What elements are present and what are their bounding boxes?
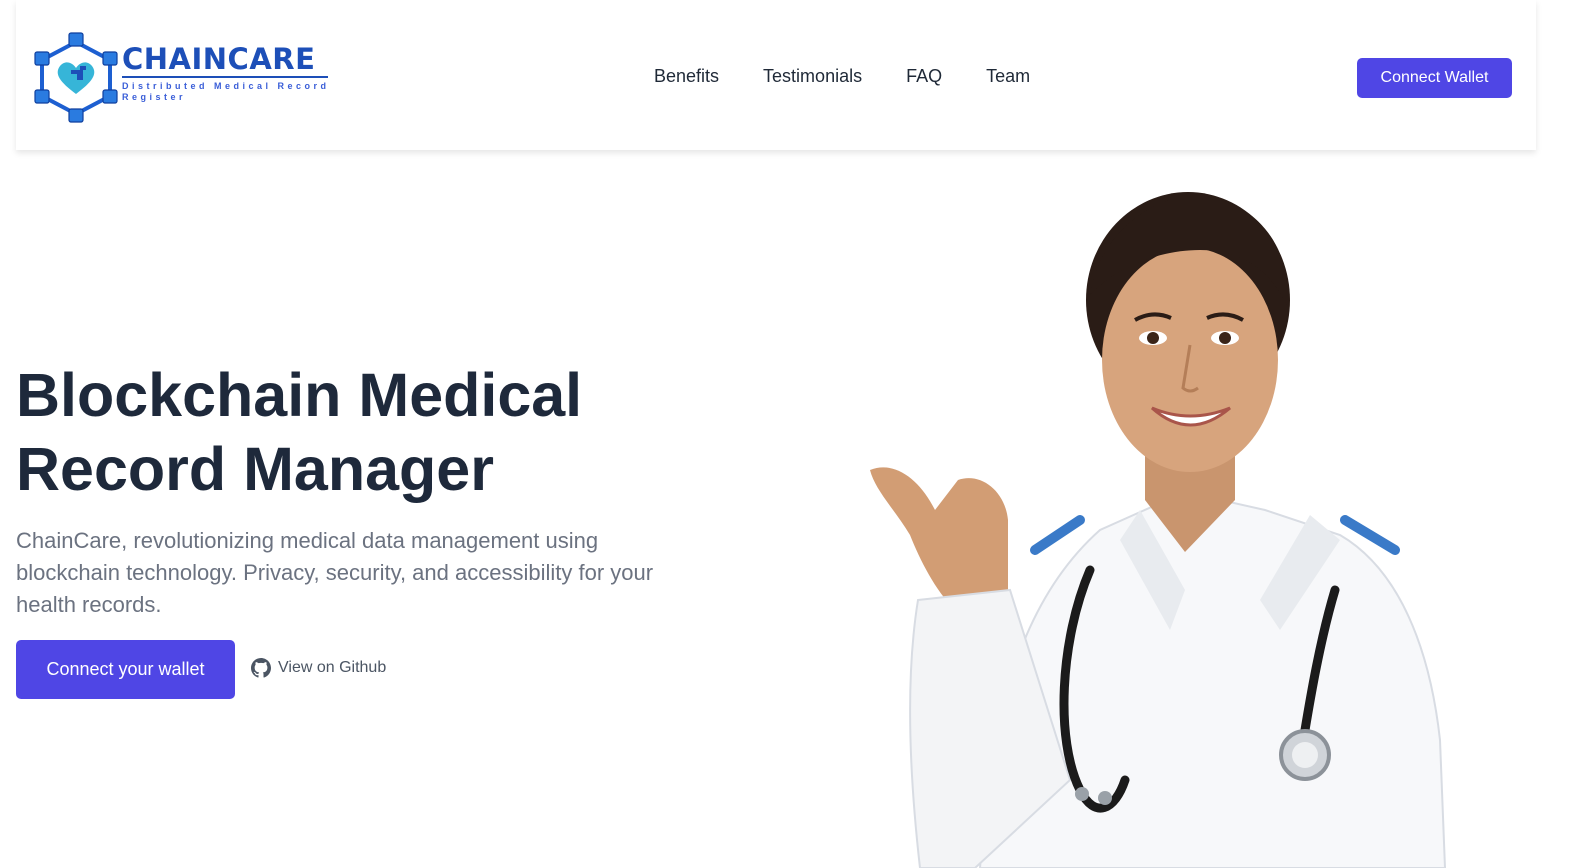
landing-page: CHAINCARE Distributed Medical Record Reg… — [0, 0, 1585, 868]
site-header: CHAINCARE Distributed Medical Record Reg… — [16, 0, 1536, 150]
github-icon — [251, 658, 271, 678]
brand-title: CHAINCARE — [122, 42, 316, 76]
brand-subtitle: Distributed Medical Record Register — [122, 81, 330, 102]
connect-your-wallet-button[interactable]: Connect your wallet — [16, 640, 235, 699]
nav-faq[interactable]: FAQ — [906, 66, 942, 87]
hexagon-network-logo-icon — [34, 32, 118, 123]
connect-wallet-button[interactable]: Connect Wallet — [1357, 58, 1512, 98]
brand-divider — [122, 76, 328, 78]
nav-benefits[interactable]: Benefits — [654, 66, 719, 87]
github-link-label: View on Github — [278, 659, 387, 676]
brand-wordmark: CHAINCARE Distributed Medical Record Reg… — [122, 44, 332, 103]
nav-testimonials[interactable]: Testimonials — [763, 66, 862, 87]
hero-subtitle: ChainCare, revolutionizing medical data … — [16, 528, 654, 617]
nav-team[interactable]: Team — [986, 66, 1030, 87]
hero-title: Blockchain Medical Record Manager — [16, 361, 583, 503]
github-link[interactable]: View on Github — [251, 658, 386, 678]
main-nav: Benefits Testimonials FAQ Team — [654, 66, 1030, 87]
doctor-illustration-icon — [870, 192, 1447, 868]
brand-logo[interactable]: CHAINCARE Distributed Medical Record Reg… — [32, 32, 332, 124]
